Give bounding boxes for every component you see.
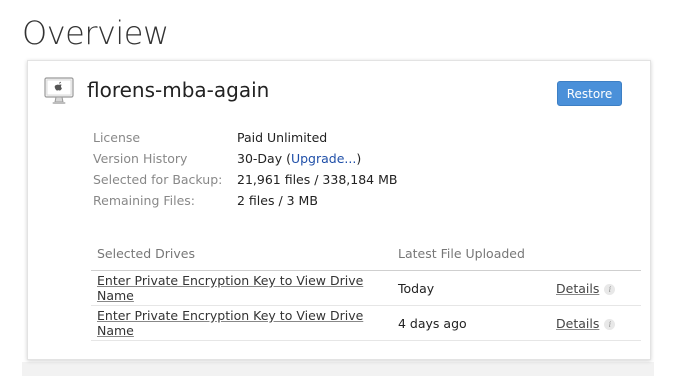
license-value: Paid Unlimited	[237, 130, 328, 145]
drive-name-link[interactable]: Enter Private Encryption Key to View Dri…	[97, 273, 363, 303]
version-history-label: Version History	[93, 151, 188, 166]
drive-name-cell: Enter Private Encryption Key to View Dri…	[91, 308, 398, 338]
details-link[interactable]: Details	[556, 281, 599, 296]
license-label: License	[93, 130, 141, 145]
latest-upload-cell: Today	[398, 280, 435, 296]
table-row: Enter Private Encryption Key to View Dri…	[91, 306, 641, 341]
version-history-row: Version History 30-Day (Upgrade...)	[93, 148, 397, 169]
version-history-prefix: 30-Day (	[237, 151, 291, 166]
drive-name-link[interactable]: Enter Private Encryption Key to View Dri…	[97, 308, 363, 338]
drives-table: Selected Drives Latest File Uploaded Ent…	[91, 237, 641, 341]
selected-backup-row: Selected for Backup: 21,961 files / 338,…	[93, 169, 397, 190]
details-cell: Details i	[556, 281, 641, 296]
drive-name-cell: Enter Private Encryption Key to View Dri…	[91, 273, 398, 303]
remaining-files-row: Remaining Files: 2 files / 3 MB	[93, 190, 397, 211]
device-info: License Paid Unlimited Version History 3…	[93, 127, 397, 211]
details-link[interactable]: Details	[556, 316, 599, 331]
version-history-value: 30-Day (Upgrade...)	[237, 148, 361, 169]
license-row: License Paid Unlimited	[93, 127, 397, 148]
info-icon[interactable]: i	[604, 284, 616, 295]
device-card: florens-mba-again Restore License Paid U…	[27, 60, 651, 360]
version-history-suffix: )	[356, 151, 362, 166]
remaining-files-label: Remaining Files:	[93, 193, 195, 208]
restore-button[interactable]: Restore	[557, 81, 622, 106]
background-strip	[22, 362, 654, 376]
selected-backup-label: Selected for Backup:	[93, 172, 223, 187]
upgrade-link[interactable]: Upgrade...	[291, 151, 356, 166]
device-name: florens-mba-again	[87, 78, 270, 102]
info-icon[interactable]: i	[604, 319, 616, 330]
latest-upload-cell: 4 days ago	[398, 315, 467, 331]
page-title: Overview	[22, 14, 169, 52]
header-latest-file-uploaded: Latest File Uploaded	[398, 246, 525, 261]
remaining-files-value: 2 files / 3 MB	[237, 193, 318, 208]
table-row: Enter Private Encryption Key to View Dri…	[91, 271, 641, 306]
computer-icon	[44, 77, 74, 105]
selected-backup-value: 21,961 files / 338,184 MB	[237, 172, 398, 187]
details-cell: Details i	[556, 316, 641, 331]
drives-table-header: Selected Drives Latest File Uploaded	[91, 237, 641, 271]
header-selected-drives: Selected Drives	[97, 246, 195, 261]
